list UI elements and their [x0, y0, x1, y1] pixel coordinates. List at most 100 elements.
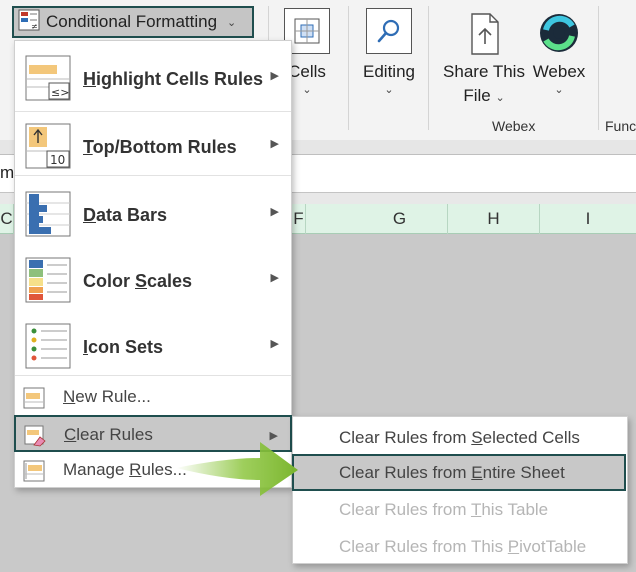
chevron-right-icon: ▶ — [270, 338, 279, 350]
group-label-webex: Webex — [492, 118, 536, 134]
label-pre: Color — [83, 271, 135, 291]
label-post: his Table — [481, 500, 549, 519]
column-header-f[interactable]: F — [292, 204, 306, 234]
webex-icon — [538, 12, 580, 54]
submenu-item-clear-entire-sheet[interactable]: Clear Rules from Entire Sheet — [292, 454, 626, 491]
menu-item-label: Clear Rules — [64, 425, 153, 445]
menu-item-label: Icon Sets — [83, 337, 163, 358]
chevron-right-icon: ▶ — [270, 70, 279, 82]
label-pre: Clear Rules from — [339, 500, 471, 519]
conditional-formatting-icon: ≠ — [18, 9, 40, 36]
clear-rules-icon — [24, 425, 46, 447]
label-post: ew Rule... — [75, 387, 151, 406]
label-accel: S — [135, 271, 148, 291]
conditional-formatting-menu: ≤> Highlight Cells Rules ▶ 10 Top/Bottom… — [14, 40, 292, 488]
label-accel: N — [63, 387, 76, 406]
chevron-down-icon: ⌄ — [227, 16, 237, 29]
chevron-right-icon: ▶ — [270, 272, 279, 284]
menu-item-label: New Rule... — [63, 387, 151, 407]
share-this-label: Share This — [443, 62, 525, 81]
top-bottom-rules-icon: 10 — [25, 123, 71, 169]
chevron-down-icon: ⌄ — [384, 84, 394, 96]
pointer-arrow-icon — [176, 442, 298, 496]
menu-item-label: Top/Bottom Rules — [83, 137, 237, 158]
webex-button[interactable]: Webex ⌄ — [528, 12, 590, 96]
label-pre: Clear Rules from This — [339, 537, 508, 556]
share-this-file-button[interactable]: Share This File ⌄ — [440, 10, 528, 110]
column-header-h[interactable]: H — [448, 204, 540, 234]
share-file-icon — [464, 10, 504, 58]
menu-item-data-bars[interactable]: Data Bars ▶ — [15, 181, 291, 247]
conditional-formatting-button[interactable]: ≠ Conditional Formatting ⌄ — [12, 6, 254, 38]
label-post: op/Bottom Rules — [92, 137, 237, 157]
label-accel: D — [83, 205, 96, 225]
menu-item-label: Manage Rules... — [63, 460, 187, 480]
label-post: ivotTable — [519, 537, 587, 556]
label-accel: T — [83, 137, 93, 157]
submenu-item-clear-pivottable: Clear Rules from This PivotTable — [293, 528, 627, 565]
label-post: cales — [147, 271, 193, 291]
submenu-item-label: Clear Rules from This Table — [339, 500, 548, 520]
label-post: ntire Sheet — [482, 463, 565, 482]
webex-label: Webex — [532, 62, 586, 81]
menu-item-label: Highlight Cells Rules — [83, 69, 263, 90]
label-post: elected Cells — [482, 428, 580, 447]
highlight-cells-rules-icon: ≤> — [25, 55, 71, 101]
menu-item-highlight-cells-rules[interactable]: ≤> Highlight Cells Rules ▶ — [15, 45, 291, 111]
ribbon-separator — [428, 6, 429, 130]
menu-item-new-rule[interactable]: New Rule... — [15, 379, 291, 416]
svg-text:≠: ≠ — [31, 22, 38, 31]
menu-item-icon-sets[interactable]: Icon Sets ▶ — [15, 313, 291, 379]
label-pre: Manage — [63, 460, 130, 479]
ribbon-separator — [598, 6, 599, 130]
menu-separator — [15, 111, 291, 112]
editing-button[interactable]: Editing ⌄ — [358, 8, 420, 96]
menu-item-color-scales[interactable]: Color Scales ▶ — [15, 247, 291, 313]
label-accel: H — [83, 69, 96, 89]
label-accel: C — [64, 425, 77, 444]
menu-item-label: Color Scales — [83, 271, 192, 292]
label-pre: Clear Rules from — [339, 428, 472, 447]
column-header-c[interactable]: C — [0, 204, 14, 234]
label-post: lear Rules — [76, 425, 153, 444]
label-post: con Sets — [88, 337, 164, 357]
submenu-item-clear-selected-cells[interactable]: Clear Rules from Selected Cells — [293, 419, 627, 456]
chevron-down-icon: ⌄ — [495, 92, 505, 104]
menu-item-top-bottom-rules[interactable]: 10 Top/Bottom Rules ▶ — [15, 113, 291, 179]
manage-rules-icon — [23, 460, 45, 482]
column-header-g[interactable]: G — [352, 204, 448, 234]
menu-separator — [15, 175, 291, 176]
top-bottom-badge: 10 — [50, 153, 65, 167]
new-rule-icon — [23, 387, 45, 409]
label-pre: Clear Rules from — [339, 463, 472, 482]
name-box-partial: m — [0, 163, 15, 182]
ribbon-separator — [348, 6, 349, 130]
label-post: ighlight Cells Rules — [96, 69, 264, 89]
share-file-label: File ⌄ — [440, 84, 528, 110]
submenu-item-label: Clear Rules from Selected Cells — [339, 428, 580, 448]
column-header-i[interactable]: I — [540, 204, 636, 234]
highlight-badge: ≤> — [51, 86, 69, 99]
color-scales-icon — [25, 257, 71, 303]
label-accel: E — [471, 463, 483, 482]
share-file-text: File — [463, 86, 491, 105]
chevron-right-icon: ▶ — [270, 138, 279, 150]
label-accel: R — [129, 460, 142, 479]
label-accel: S — [471, 428, 483, 447]
label-accel: P — [507, 537, 520, 556]
menu-item-label: Data Bars — [83, 205, 167, 226]
data-bars-icon — [25, 191, 71, 237]
chevron-down-icon: ⌄ — [554, 84, 564, 96]
submenu-item-label: Clear Rules from Entire Sheet — [339, 463, 565, 483]
label-post: ata Bars — [96, 205, 168, 225]
menu-separator — [15, 375, 291, 376]
editing-label: Editing — [363, 62, 415, 81]
label-accel: T — [470, 500, 482, 519]
search-icon — [366, 8, 412, 54]
submenu-item-clear-this-table: Clear Rules from This Table — [293, 491, 627, 528]
conditional-formatting-label: Conditional Formatting — [46, 12, 218, 31]
icon-sets-icon — [25, 323, 71, 369]
chevron-right-icon: ▶ — [270, 206, 279, 218]
group-label-partial: Func — [605, 118, 636, 134]
clear-rules-submenu: Clear Rules from Selected Cells Clear Ru… — [292, 416, 628, 564]
